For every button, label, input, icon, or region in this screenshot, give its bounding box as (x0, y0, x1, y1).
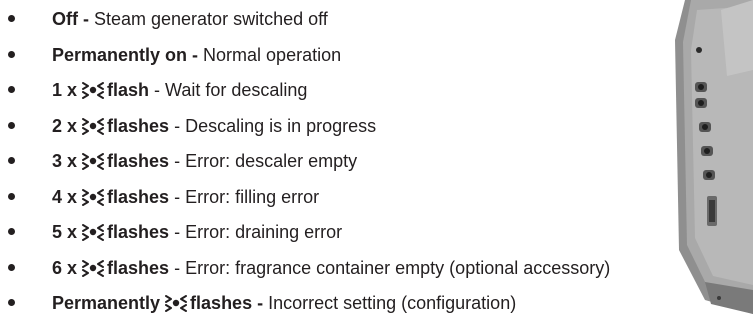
bullet-dot-icon (8, 263, 15, 271)
flashing-led-icon (82, 224, 105, 241)
flash-count: 1 x (52, 80, 78, 100)
flash-count: 3 x (52, 151, 78, 171)
flashing-led-icon (82, 188, 105, 206)
bullet-dot-icon (8, 228, 15, 235)
bullet-dot-icon (8, 50, 15, 58)
flash-count: 4 x (52, 186, 78, 207)
flashing-led-icon (82, 259, 105, 277)
status-description: - Error: draining error (169, 222, 343, 242)
status-description: - Error: filling error (169, 186, 320, 207)
status-item: 4 x flashes - Error: filling error (0, 181, 753, 213)
flash-count: 6 x (52, 257, 78, 278)
status-item-text: 4 x flashes - Error: filling error (52, 186, 319, 208)
flashing-led-icon (82, 117, 105, 135)
status-item: 2 x flashes - Descaling is in progress (0, 110, 753, 142)
bullet-dot-icon (8, 192, 15, 200)
status-description: Steam generator switched off (88, 9, 328, 29)
flash-label: flashes - (190, 293, 264, 313)
status-item: 3 x flashes - Error: descaler empty (0, 145, 753, 177)
status-item-text: 6 x flashes - Error: fragrance container… (52, 257, 610, 279)
bullet-dot-icon (8, 121, 15, 129)
status-item: Permanently on - Normal operation (0, 39, 753, 71)
bullet-dot-icon (8, 299, 15, 306)
status-label: Off - (52, 9, 89, 29)
flashing-led-icon (82, 153, 105, 170)
status-description: - Descaling is in progress (169, 115, 377, 136)
status-item-text: 1 x flash - Wait for descaling (52, 79, 307, 101)
bullet-dot-icon (8, 15, 15, 22)
bullet-dot-icon (8, 86, 15, 93)
status-item: Off - Steam generator switched off (0, 3, 753, 35)
status-item: 6 x flashes - Error: fragrance container… (0, 252, 753, 284)
flash-count: Permanently (52, 293, 161, 313)
status-description: - Error: fragrance container empty (opti… (169, 257, 611, 278)
steam-generator-image (675, 0, 753, 314)
status-item-text: 2 x flashes - Descaling is in progress (52, 115, 376, 137)
status-item: 5 x flashes - Error: draining error (0, 216, 753, 248)
bullet-dot-icon (8, 157, 15, 164)
status-item-text: 5 x flashes - Error: draining error (52, 221, 342, 243)
flash-count: 5 x (52, 222, 78, 242)
status-item-text: Permanently on - Normal operation (52, 44, 341, 66)
flashing-led-icon (165, 295, 188, 312)
flash-label: flash (107, 80, 150, 100)
flash-label: flashes (107, 257, 170, 278)
flash-count: 2 x (52, 115, 78, 136)
status-description: Normal operation (198, 44, 342, 65)
flash-label: flashes (107, 186, 170, 207)
flash-label: flashes (107, 115, 170, 136)
status-description: - Error: descaler empty (169, 151, 358, 171)
flash-label: flashes (107, 222, 170, 242)
flashing-led-icon (82, 82, 105, 99)
status-item: Permanently flashes - Incorrect setting … (0, 287, 753, 319)
status-description: - Wait for descaling (149, 80, 308, 100)
status-item-text: Permanently flashes - Incorrect setting … (52, 292, 516, 314)
flash-label: flashes (107, 151, 170, 171)
status-item: 1 x flash - Wait for descaling (0, 74, 753, 106)
status-description: Incorrect setting (configuration) (263, 293, 517, 313)
status-item-text: Off - Steam generator switched off (52, 8, 328, 30)
status-label: Permanently on - (52, 44, 199, 65)
status-item-text: 3 x flashes - Error: descaler empty (52, 150, 357, 172)
